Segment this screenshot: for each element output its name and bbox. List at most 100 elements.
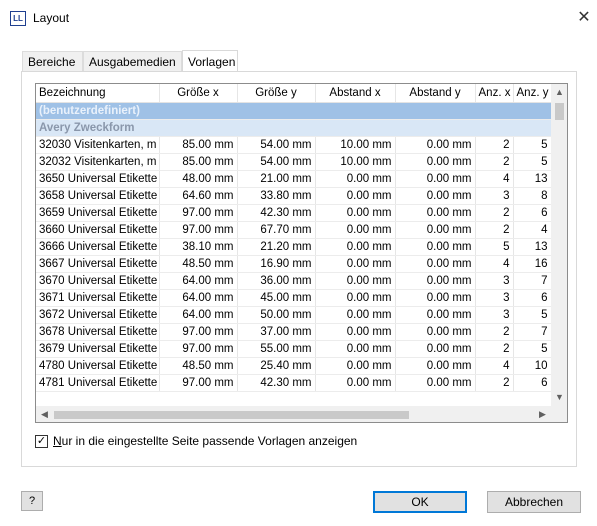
- horizontal-scrollbar[interactable]: ◀ ▶: [36, 406, 551, 422]
- table-cell: 97.00 mm: [159, 374, 238, 392]
- column-header-groesse-x[interactable]: Größe x: [159, 84, 238, 103]
- table-cell: 2: [475, 323, 514, 341]
- table-cell: 7: [513, 272, 552, 290]
- table-cell: 5: [513, 136, 552, 154]
- scroll-down-icon[interactable]: ▼: [551, 389, 567, 406]
- table-row[interactable]: 3670 Universal Etikette 64.00 mm 36.00 mm 0…: [36, 272, 552, 290]
- table-cell: 4781 Universal Etikette: [36, 374, 160, 392]
- scrollbar-corner: [551, 406, 567, 422]
- table-row[interactable]: 3659 Universal Etikette 97.00 mm 42.30 mm 0…: [36, 204, 552, 222]
- table-row[interactable]: 3650 Universal Etikette 48.00 mm 21.00 mm 0…: [36, 170, 552, 188]
- cancel-button[interactable]: Abbrechen: [487, 491, 581, 513]
- table-cell: 3667 Universal Etikette: [36, 255, 160, 273]
- horizontal-scroll-thumb[interactable]: [54, 411, 409, 419]
- column-header-abstand-y[interactable]: Abstand y: [395, 84, 476, 103]
- filter-checkbox-label[interactable]: Nur in die eingestellte Seite passende V…: [53, 434, 357, 448]
- table-cell: 0.00 mm: [315, 255, 396, 273]
- table-cell: 10: [513, 357, 552, 375]
- table-cell: 2: [475, 153, 514, 171]
- table-cell: 3: [475, 289, 514, 307]
- table-cell: 4: [475, 170, 514, 188]
- ok-button[interactable]: OK: [373, 491, 467, 513]
- table-cell: 36.00 mm: [237, 272, 316, 290]
- table-cell: 0.00 mm: [315, 272, 396, 290]
- table-cell: 48.50 mm: [159, 255, 238, 273]
- table-cell: 16.90 mm: [237, 255, 316, 273]
- group-row-benutzerdefiniert[interactable]: (benutzerdefiniert): [36, 102, 551, 120]
- table-cell: 0.00 mm: [395, 357, 476, 375]
- column-header-anz-x[interactable]: Anz. x: [475, 84, 514, 103]
- group-row-avery-zweckform[interactable]: Avery Zweckform: [36, 119, 551, 137]
- table-cell: 7: [513, 323, 552, 341]
- vertical-scrollbar[interactable]: ▲ ▼: [551, 84, 567, 406]
- table-cell: 48.50 mm: [159, 357, 238, 375]
- table-cell: 0.00 mm: [395, 289, 476, 307]
- tab-ausgabemedien[interactable]: Ausgabemedien: [83, 51, 182, 72]
- table-cell: 37.00 mm: [237, 323, 316, 341]
- table-row[interactable]: 3660 Universal Etikette 97.00 mm 67.70 mm 0…: [36, 221, 552, 239]
- table-cell: 0.00 mm: [395, 136, 476, 154]
- app-icon: LL: [10, 11, 26, 26]
- checkbox-mnemonic: N: [53, 434, 62, 448]
- table-row[interactable]: 3658 Universal Etikette 64.60 mm 33.80 mm 0…: [36, 187, 552, 205]
- table-cell: 5: [513, 340, 552, 358]
- tab-bereiche[interactable]: Bereiche: [22, 51, 83, 72]
- table-row[interactable]: 32032 Visitenkarten, m 85.00 mm 54.00 mm 10…: [36, 153, 552, 171]
- table-cell: 5: [513, 306, 552, 324]
- table-cell: 0.00 mm: [315, 187, 396, 205]
- table-row[interactable]: 3667 Universal Etikette 48.50 mm 16.90 mm 0…: [36, 255, 552, 273]
- table-cell: 4: [475, 357, 514, 375]
- checkbox-label-text: ur in die eingestellte Seite passende Vo…: [61, 434, 358, 448]
- vertical-scroll-thumb[interactable]: [555, 103, 564, 120]
- table-cell: 6: [513, 289, 552, 307]
- table-row[interactable]: 3671 Universal Etikette 64.00 mm 45.00 mm 0…: [36, 289, 552, 307]
- table-cell: 16: [513, 255, 552, 273]
- table-cell: 32030 Visitenkarten, m: [36, 136, 160, 154]
- table-cell: 3670 Universal Etikette: [36, 272, 160, 290]
- table-header-row: Bezeichnung Größe x Größe y Abstand x Ab…: [36, 84, 552, 103]
- table-cell: 2: [475, 204, 514, 222]
- scroll-right-icon[interactable]: ▶: [534, 406, 551, 422]
- table-row[interactable]: 3678 Universal Etikette 97.00 mm 37.00 mm 0…: [36, 323, 552, 341]
- filter-checkbox[interactable]: ✓: [35, 435, 48, 448]
- table-cell: 6: [513, 374, 552, 392]
- table-row[interactable]: 32030 Visitenkarten, m 85.00 mm 54.00 mm 10…: [36, 136, 552, 154]
- table-row[interactable]: 3679 Universal Etikette 97.00 mm 55.00 mm 0…: [36, 340, 552, 358]
- table-row[interactable]: 3666 Universal Etikette 38.10 mm 21.20 mm 0…: [36, 238, 552, 256]
- templates-table: Bezeichnung Größe x Größe y Abstand x Ab…: [36, 84, 552, 392]
- table-cell: 2: [475, 136, 514, 154]
- table-cell: 0.00 mm: [315, 374, 396, 392]
- help-icon: ?: [28, 495, 36, 507]
- table-cell: 38.10 mm: [159, 238, 238, 256]
- table-cell: 42.30 mm: [237, 374, 316, 392]
- scroll-up-icon[interactable]: ▲: [551, 84, 567, 101]
- table-cell: 97.00 mm: [159, 340, 238, 358]
- table-cell: 45.00 mm: [237, 289, 316, 307]
- table-cell: 32032 Visitenkarten, m: [36, 153, 160, 171]
- table-cell: 54.00 mm: [237, 153, 316, 171]
- column-header-groesse-y[interactable]: Größe y: [237, 84, 316, 103]
- table-row[interactable]: 4780 Universal Etikette 48.50 mm 25.40 mm 0…: [36, 357, 552, 375]
- table-cell: 3679 Universal Etikette: [36, 340, 160, 358]
- table-cell: 10.00 mm: [315, 136, 396, 154]
- table-cell: 0.00 mm: [395, 255, 476, 273]
- column-header-anz-y[interactable]: Anz. y: [513, 84, 552, 103]
- table-cell: 0.00 mm: [315, 204, 396, 222]
- table-row[interactable]: 4781 Universal Etikette 97.00 mm 42.30 mm 0…: [36, 374, 552, 392]
- table-cell: 3671 Universal Etikette: [36, 289, 160, 307]
- scroll-left-icon[interactable]: ◀: [36, 406, 53, 422]
- column-header-abstand-x[interactable]: Abstand x: [315, 84, 396, 103]
- close-icon[interactable]: ✕: [574, 8, 594, 28]
- table-row[interactable]: 3672 Universal Etikette 64.00 mm 50.00 mm 0…: [36, 306, 552, 324]
- table-cell: 48.00 mm: [159, 170, 238, 188]
- table-cell: 4780 Universal Etikette: [36, 357, 160, 375]
- window-title: Layout: [33, 11, 70, 25]
- table-cell: 2: [475, 221, 514, 239]
- help-button[interactable]: ?: [21, 491, 43, 511]
- table-cell: 3659 Universal Etikette: [36, 204, 160, 222]
- table-cell: 5: [475, 238, 514, 256]
- tab-vorlagen[interactable]: Vorlagen: [182, 50, 238, 72]
- table-cell: 4: [475, 255, 514, 273]
- column-header-bezeichnung[interactable]: Bezeichnung: [36, 84, 160, 103]
- templates-grid[interactable]: Bezeichnung Größe x Größe y Abstand x Ab…: [35, 83, 568, 423]
